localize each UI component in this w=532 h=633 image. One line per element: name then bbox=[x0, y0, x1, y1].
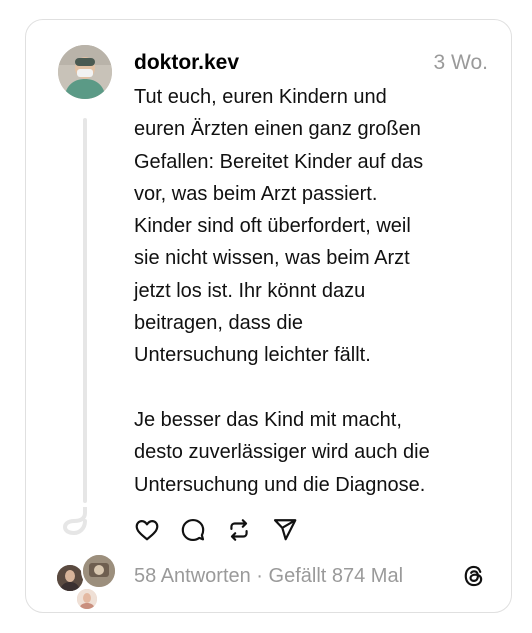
author-avatar[interactable] bbox=[58, 45, 112, 99]
heart-icon bbox=[135, 520, 159, 541]
thread-line bbox=[83, 118, 87, 503]
post-paragraph: Je besser das Kind mit macht, desto zuve… bbox=[134, 408, 430, 496]
author-username[interactable]: doktor.kev bbox=[134, 49, 239, 77]
repost-button[interactable] bbox=[226, 517, 252, 543]
replier-avatar bbox=[81, 553, 117, 589]
replier-avatars[interactable] bbox=[55, 553, 117, 611]
post-timestamp: 3 Wo. bbox=[433, 51, 488, 74]
like-button[interactable] bbox=[134, 517, 160, 543]
post-actions bbox=[134, 515, 318, 545]
post-paragraph: Tut euch, euren Kindern und euren Ärzten… bbox=[134, 86, 424, 367]
replier-avatar bbox=[75, 587, 99, 611]
share-icon bbox=[273, 519, 297, 541]
share-button[interactable] bbox=[272, 517, 298, 543]
post-body: Tut euch, euren Kindern und euren Ärzten… bbox=[134, 81, 504, 501]
post-stats[interactable]: 58 Antworten · Gefällt 874 Mal bbox=[134, 563, 403, 589]
reply-button[interactable] bbox=[180, 517, 206, 543]
comment-icon bbox=[181, 518, 205, 542]
repost-icon bbox=[230, 519, 248, 541]
thread-loop-icon bbox=[62, 507, 87, 535]
threads-logo-icon[interactable] bbox=[461, 563, 487, 589]
